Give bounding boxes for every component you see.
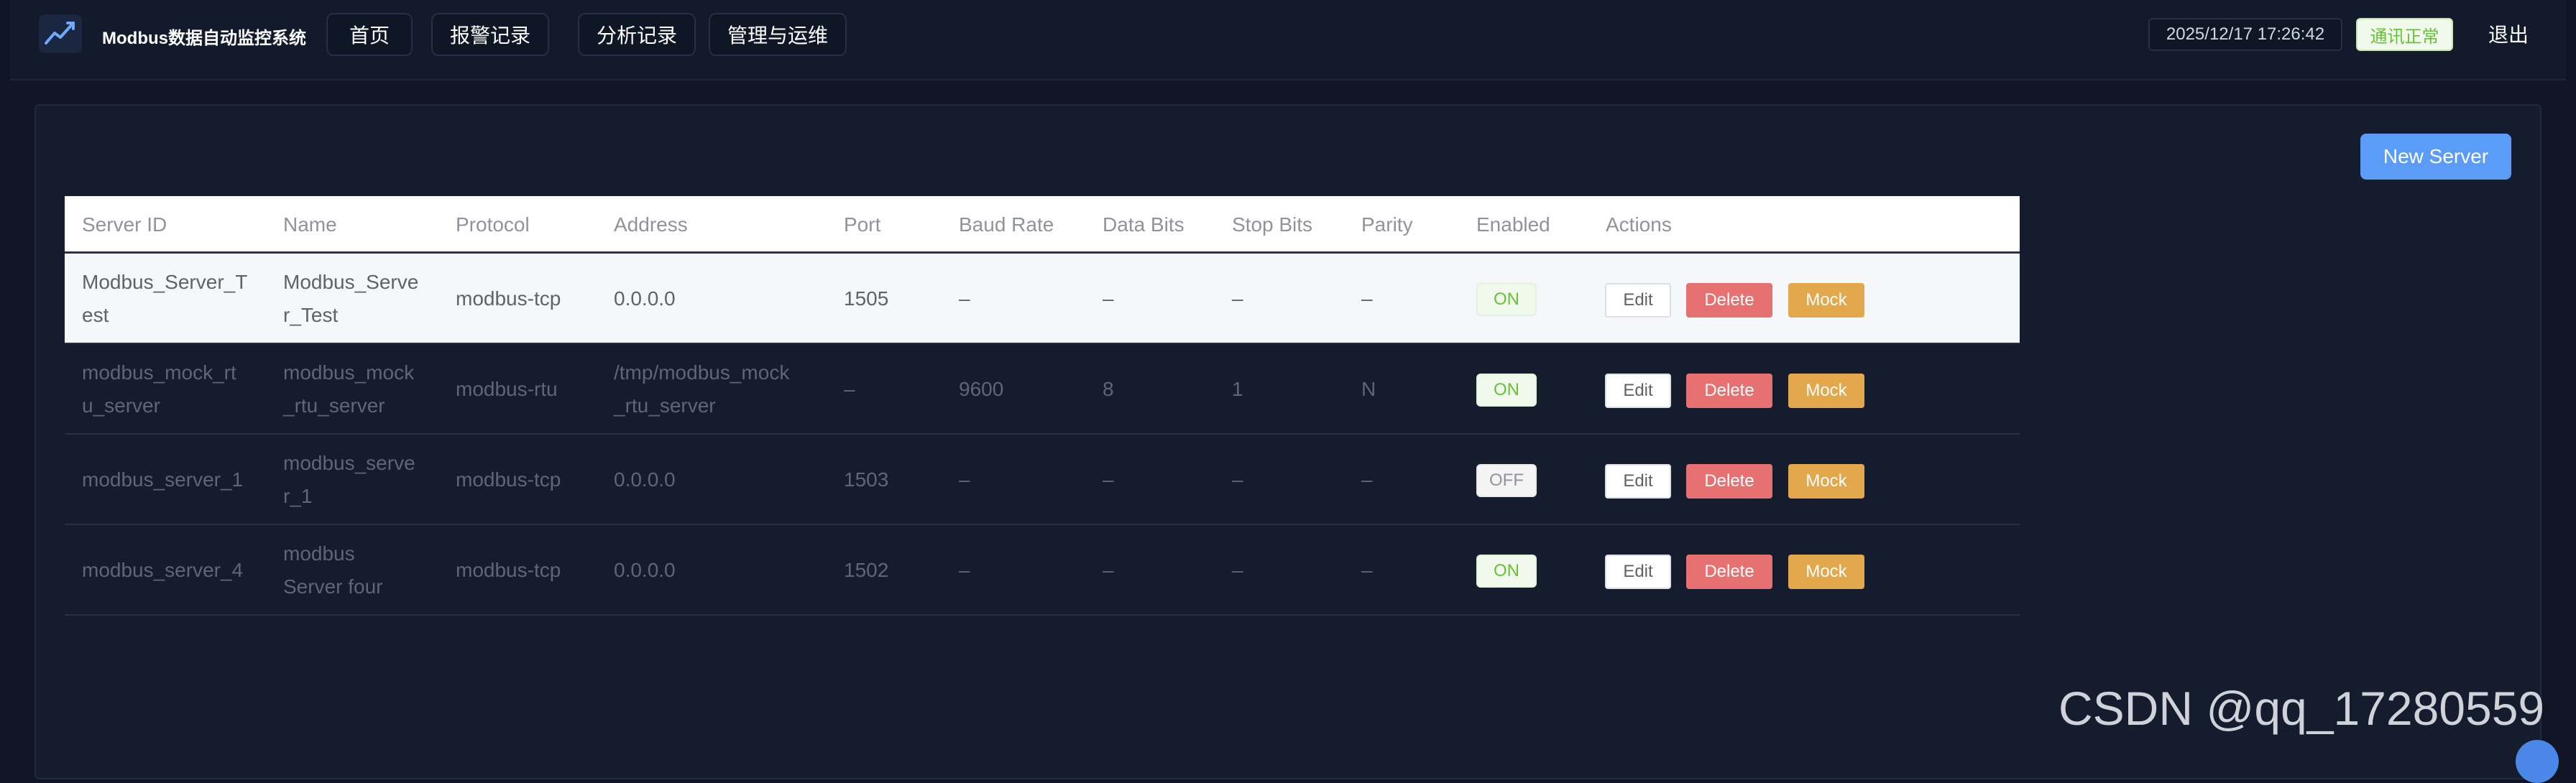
top-nav-bar: Modbus数据自动监控系统 首页 报警记录 分析记录 管理与运维 2025/1… [10, 0, 2566, 80]
datetime-display: 2025/12/17 17:26:42 [2148, 18, 2342, 51]
new-server-button[interactable]: New Server [2360, 134, 2511, 180]
cell-name: modbus_serve r_1 [283, 452, 415, 507]
cell-server-id: modbus_mock_rt u_server [82, 361, 236, 417]
server-table: Server ID Name Protocol Address Port Bau… [65, 196, 2020, 616]
cell-address: /tmp/modbus_mock _rtu_server [614, 361, 790, 417]
enabled-status-tag: OFF [1476, 464, 1537, 497]
cell-port: – [844, 378, 855, 400]
cell-stop-bits: – [1232, 287, 1243, 310]
table-row: modbus_server_1 modbus_serve r_1 modbus-… [65, 435, 2020, 525]
column-header-server-id: Server ID [82, 213, 167, 236]
delete-button[interactable]: Delete [1686, 464, 1772, 499]
table-header: Server ID Name Protocol Address Port Bau… [65, 196, 2020, 254]
cell-baud-rate: – [959, 468, 970, 491]
cell-port: 1505 [844, 287, 889, 310]
edit-button[interactable]: Edit [1605, 283, 1671, 318]
cell-protocol: modbus-tcp [456, 287, 561, 310]
delete-button[interactable]: Delete [1686, 374, 1772, 408]
delete-button[interactable]: Delete [1686, 555, 1772, 589]
cell-stop-bits: – [1232, 468, 1243, 491]
cell-name: Modbus_Serve r_Test [283, 271, 419, 326]
cell-data-bits: – [1103, 468, 1114, 491]
column-header-port: Port [844, 213, 881, 236]
delete-button[interactable]: Delete [1686, 283, 1772, 318]
watermark-text: CSDN @qq_17280559 [2058, 682, 2545, 735]
edit-button[interactable]: Edit [1605, 555, 1671, 589]
cell-data-bits: 8 [1103, 378, 1114, 400]
cell-baud-rate: – [959, 287, 970, 310]
nav-home-button[interactable]: 首页 [326, 13, 413, 56]
cell-protocol: modbus-tcp [456, 559, 561, 581]
column-header-address: Address [614, 213, 688, 236]
column-header-stop-bits: Stop Bits [1232, 213, 1313, 236]
cell-baud-rate: – [959, 559, 970, 581]
cell-name: modbus_mock _rtu_server [283, 361, 415, 417]
cell-server-id: Modbus_Server_T est [82, 271, 248, 326]
cell-server-id: modbus_server_1 [82, 468, 244, 491]
app-title: Modbus数据自动监控系统 [102, 29, 306, 48]
column-header-parity: Parity [1361, 213, 1413, 236]
table-row: modbus_server_4 modbus Server four modbu… [65, 525, 2020, 616]
mock-button[interactable]: Mock [1788, 464, 1864, 499]
floating-help-icon[interactable] [2516, 740, 2559, 783]
cell-protocol: modbus-tcp [456, 468, 561, 491]
column-header-enabled: Enabled [1476, 213, 1550, 236]
cell-data-bits: – [1103, 287, 1114, 310]
cell-parity: – [1361, 559, 1373, 581]
mock-button[interactable]: Mock [1788, 555, 1864, 589]
cell-parity: N [1361, 378, 1376, 400]
cell-data-bits: – [1103, 559, 1114, 581]
cell-stop-bits: – [1232, 559, 1243, 581]
cell-parity: – [1361, 287, 1373, 310]
cell-address: 0.0.0.0 [614, 287, 676, 310]
cell-port: 1503 [844, 468, 889, 491]
column-header-data-bits: Data Bits [1103, 213, 1184, 236]
column-header-baud-rate: Baud Rate [959, 213, 1054, 236]
column-header-name: Name [283, 213, 337, 236]
nav-alarm-records-button[interactable]: 报警记录 [431, 13, 549, 56]
nav-management-ops-button[interactable]: 管理与运维 [709, 13, 847, 56]
cell-port: 1502 [844, 559, 889, 581]
cell-address: 0.0.0.0 [614, 559, 676, 581]
cell-server-id: modbus_server_4 [82, 559, 244, 581]
cell-protocol: modbus-rtu [456, 378, 558, 400]
nav-analysis-records-button[interactable]: 分析记录 [578, 13, 696, 56]
cell-name: modbus Server four [283, 542, 383, 598]
cell-baud-rate: 9600 [959, 378, 1004, 400]
line-chart-icon [39, 14, 82, 53]
logout-button[interactable]: 退出 [2488, 19, 2529, 48]
cell-parity: – [1361, 468, 1373, 491]
connection-status-badge: 通讯正常 [2356, 18, 2453, 51]
edit-button[interactable]: Edit [1605, 374, 1671, 408]
cell-stop-bits: 1 [1232, 378, 1243, 400]
enabled-status-tag: ON [1476, 374, 1537, 407]
table-row: modbus_mock_rt u_server modbus_mock _rtu… [65, 344, 2020, 435]
enabled-status-tag: ON [1476, 555, 1537, 588]
mock-button[interactable]: Mock [1788, 374, 1864, 408]
mock-button[interactable]: Mock [1788, 283, 1864, 318]
enabled-status-tag: ON [1476, 283, 1537, 316]
table-row: Modbus_Server_T est Modbus_Serve r_Test … [65, 254, 2020, 344]
column-header-actions: Actions [1606, 213, 1672, 236]
column-header-protocol: Protocol [456, 213, 530, 236]
cell-address: 0.0.0.0 [614, 468, 676, 491]
edit-button[interactable]: Edit [1605, 464, 1671, 499]
